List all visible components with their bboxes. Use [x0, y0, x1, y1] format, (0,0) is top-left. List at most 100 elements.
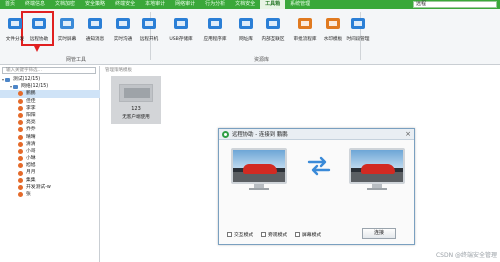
- terminal-icon: [18, 177, 23, 183]
- ribbon-button[interactable]: 应用程序库: [200, 11, 230, 55]
- menu-tab[interactable]: 文档安全: [230, 0, 260, 9]
- ribbon-button-label: 审批流程库: [293, 37, 317, 42]
- template-card[interactable]: 123 无客户端使用: [111, 76, 161, 124]
- usb-icon: [172, 15, 190, 33]
- tree-node-label: 集集: [26, 177, 36, 183]
- menu-tab[interactable]: 本地审计: [140, 0, 170, 9]
- tree-terminal-node[interactable]: 小琳: [0, 155, 100, 162]
- tree-terminal-node[interactable]: 清清: [0, 141, 100, 148]
- sync-arrows-icon: [307, 156, 331, 176]
- ribbon-button-label: 实时屏幕: [57, 37, 77, 42]
- terminal-icon: [18, 127, 23, 133]
- expand-toggle-icon[interactable]: ▾: [10, 83, 12, 90]
- tree-terminal-node[interactable]: 鹏鹏: [0, 90, 100, 98]
- tree-terminal-node[interactable]: 开发测试-w: [0, 184, 100, 191]
- local-monitor-image: [231, 148, 287, 190]
- tree-node-label: 开发测试-w: [26, 184, 51, 190]
- watermark-text: CSDN @终端安全管理: [435, 252, 497, 259]
- ribbon-button[interactable]: 通知消息: [80, 11, 110, 55]
- ribbon-button-label: 网址库: [239, 37, 253, 42]
- tree-terminal-node[interactable]: 乔乔: [0, 126, 100, 133]
- tree-terminal-node[interactable]: 阳阳: [0, 112, 100, 119]
- tree-node-label: 月月: [26, 170, 36, 176]
- menu-tab[interactable]: 文档加密: [50, 0, 80, 9]
- menu-tab[interactable]: 行为分析: [200, 0, 230, 9]
- template-name: 无客户端使用: [122, 115, 150, 120]
- option-label: 交互模式: [234, 233, 254, 238]
- checkbox[interactable]: [227, 232, 232, 237]
- tree-terminal-node[interactable]: 张: [0, 191, 100, 198]
- time-manage-icon: [349, 15, 367, 33]
- terminal-icon: [18, 163, 23, 169]
- checkbox[interactable]: [295, 232, 300, 237]
- tree-terminal-node[interactable]: 晴晴: [0, 134, 100, 141]
- ribbon-button-label: 远程协助: [29, 37, 49, 42]
- menu-tab[interactable]: 网络审计: [170, 0, 200, 9]
- ribbon-button[interactable]: 网址库: [231, 11, 261, 55]
- ribbon-button-label: 时间段管理: [346, 37, 370, 42]
- ribbon-button-label: 通知消息: [85, 37, 105, 42]
- menu-tab[interactable]: 系统管理: [285, 0, 315, 9]
- terminal-tree: ▾ 测试(12/15) ▾ 网络(12/15) 鹏鹏 佳佳 李李 阳阳 亮亮 乔乔 晴晴 清清 小哥 小琳…: [0, 76, 100, 198]
- terminal-icon: [18, 120, 23, 126]
- group-icon: [13, 84, 19, 89]
- menu-tab[interactable]: 终端信息: [20, 0, 50, 9]
- tree-terminal-node[interactable]: 亮亮: [0, 119, 100, 126]
- tree-group-node[interactable]: ▾ 网络(12/15): [0, 83, 100, 90]
- checkbox[interactable]: [261, 232, 266, 237]
- option-screen-mode[interactable]: 屏幕模式: [295, 231, 321, 238]
- ribbon-button[interactable]: 审批流程库: [290, 11, 320, 55]
- terminal-icon: [18, 170, 23, 176]
- tree-terminal-node[interactable]: 李李: [0, 105, 100, 112]
- ribbon-button[interactable]: 远程开机: [134, 11, 164, 55]
- option-label: 屏幕模式: [302, 233, 322, 238]
- tree-terminal-node[interactable]: 小哥: [0, 148, 100, 155]
- ribbon-button[interactable]: USB存储库: [166, 11, 196, 55]
- tree-search-input[interactable]: 输入关键字筛选…: [2, 67, 96, 74]
- tree-group-node[interactable]: ▾ 测试(12/15): [0, 76, 100, 83]
- terminal-icon: [18, 192, 23, 198]
- remote-assist-icon: [30, 15, 48, 33]
- tree-terminal-node[interactable]: 月月: [0, 169, 100, 176]
- watermark-template-icon: [324, 15, 342, 33]
- remote-assist-dialog: 远程协助 - 连接到 鹏鹏 × 交互模式 旁观模式 屏幕模式 连接: [218, 128, 415, 245]
- menu-tab[interactable]: 终端安全: [110, 0, 140, 9]
- tree-node-label: 张: [26, 192, 31, 197]
- global-search-input[interactable]: 远程: [413, 1, 497, 8]
- ribbon-toolbar: 网管工具 资源库 文件分发 远程协助 实时屏幕 通知消息 实时沟通 远程开机 USB存储库 应…: [0, 9, 500, 65]
- tree-terminal-node[interactable]: 佳佳: [0, 98, 100, 105]
- template-number: 123: [131, 106, 141, 112]
- terminal-icon: [18, 148, 23, 154]
- option-interactive-mode[interactable]: 交互模式: [227, 231, 253, 238]
- ribbon-button-label: 水印模板: [323, 37, 343, 42]
- tree-terminal-node[interactable]: 旭旭: [0, 162, 100, 169]
- menu-tab[interactable]: 首页: [0, 0, 20, 9]
- ribbon-button[interactable]: 远程协助: [24, 11, 54, 55]
- tree-node-label: 鹏鹏: [26, 91, 36, 97]
- terminal-icon: [18, 141, 23, 147]
- tree-terminal-node[interactable]: 集集: [0, 177, 100, 184]
- connect-button[interactable]: 连接: [362, 228, 396, 239]
- template-icon: [119, 84, 153, 102]
- group-label-network-tools: 网管工具: [66, 57, 87, 63]
- group-icon: [5, 77, 11, 82]
- menu-tab[interactable]: 安全策略: [80, 0, 110, 9]
- ribbon-button[interactable]: 内部互联区: [258, 11, 288, 55]
- option-label: 旁观模式: [268, 233, 288, 238]
- terminal-icon: [18, 156, 23, 162]
- ribbon-button-label: 实时沟通: [113, 37, 133, 42]
- remote-assist-icon: [222, 130, 229, 138]
- tree-node-label: 测试(12/15): [13, 77, 41, 82]
- ribbon-button[interactable]: 实时屏幕: [52, 11, 82, 55]
- intranet-icon: [264, 15, 282, 33]
- tree-node-label: 小琳: [26, 156, 36, 162]
- menu-tab[interactable]: 工具箱: [260, 0, 286, 9]
- ribbon-button[interactable]: 时间段管理: [343, 11, 373, 55]
- close-icon[interactable]: ×: [405, 130, 411, 139]
- breadcrumb: 管理策略模板: [105, 68, 132, 73]
- option-observe-mode[interactable]: 旁观模式: [261, 231, 287, 238]
- top-menu-bar: 首页 终端信息 文档加密 安全策略 终端安全 本地审计 网络审计 行为分析 文档安全 工具箱 系统管…: [0, 0, 500, 9]
- terminal-icon: [18, 113, 23, 119]
- terminal-icon: [18, 105, 23, 111]
- expand-toggle-icon[interactable]: ▾: [2, 76, 4, 83]
